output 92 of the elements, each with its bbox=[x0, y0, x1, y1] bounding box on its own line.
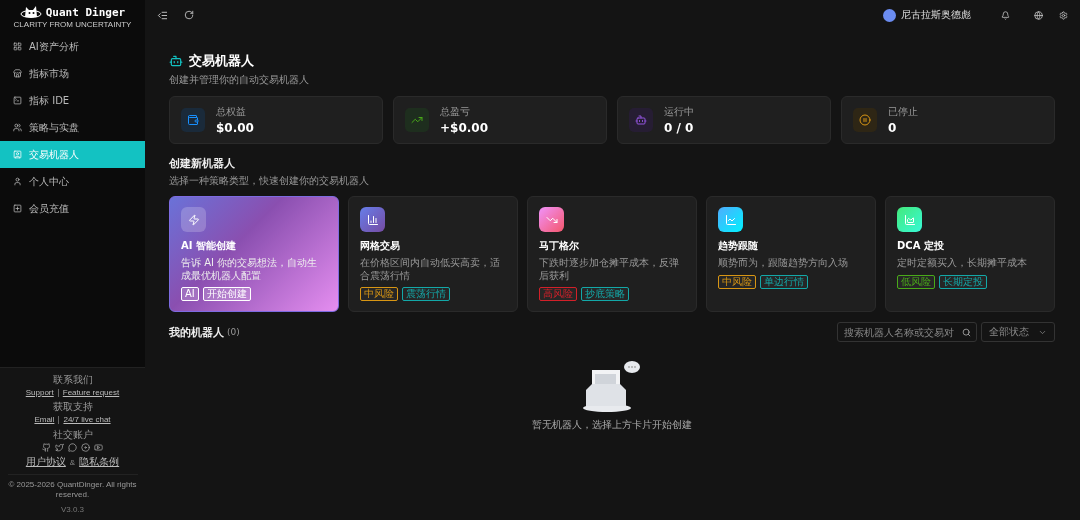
tag: 开始创建 bbox=[202, 287, 251, 301]
stat-label: 已停止 bbox=[888, 105, 918, 119]
tag: 抄底策略 bbox=[581, 287, 629, 301]
stat-value: 0 bbox=[888, 121, 898, 135]
empty-message: 暂无机器人，选择上方卡片开始创建 bbox=[532, 418, 692, 432]
footer-link[interactable]: 隐私条例 bbox=[79, 456, 120, 468]
card-description: 在价格区间内自动低买高卖，适合震荡行情 bbox=[360, 257, 501, 282]
card-description: 告诉 AI 你的交易想法，自动生成最优机器人配置 bbox=[181, 257, 319, 282]
sidebar-item[interactable]: AI资产分析 bbox=[0, 33, 145, 60]
strategy-card[interactable]: DCA 定投 定时定额买入，长期摊平成本 低风险 长期定投 bbox=[885, 196, 1055, 312]
strategy-card[interactable]: 趋势跟随 顺势而为，跟随趋势方向入场 中风险 单边行情 bbox=[706, 196, 876, 312]
lightning-icon bbox=[181, 207, 206, 232]
sidebar-item[interactable]: 指标 IDE bbox=[0, 87, 145, 114]
search-icon[interactable] bbox=[962, 328, 971, 337]
tag: 高风险 bbox=[539, 287, 577, 301]
video-icon[interactable] bbox=[94, 443, 103, 452]
card-title: 马丁格尔 bbox=[539, 239, 580, 253]
globe-icon[interactable] bbox=[1034, 10, 1043, 20]
footer-link[interactable]: Feature request bbox=[62, 387, 120, 398]
stat-label: 总盈亏 bbox=[440, 105, 471, 119]
page-title: 交易机器人 bbox=[189, 52, 254, 70]
card-description: 顺势而为，跟随趋势方向入场 bbox=[718, 257, 849, 270]
section-subtitle: 选择一种策略类型，快速创建你的交易机器人 bbox=[169, 174, 370, 188]
empty-inbox-drawing bbox=[581, 358, 643, 414]
footer-link[interactable]: 24/7 live chat bbox=[63, 415, 111, 425]
bell-icon[interactable] bbox=[1001, 10, 1010, 20]
user-icon bbox=[13, 177, 22, 186]
menu-collapse-icon[interactable] bbox=[157, 9, 168, 21]
card-description: 定时定额买入，长期摊平成本 bbox=[897, 257, 1028, 270]
section-title: 创建新机器人 bbox=[169, 156, 236, 171]
strategy-card[interactable]: 马丁格尔 下跌时逐步加仓摊平成本，反弹后获利 高风险 抄底策略 bbox=[527, 196, 697, 312]
stat-label: 总权益 bbox=[216, 105, 247, 119]
robot-icon bbox=[629, 108, 653, 132]
status-select[interactable]: 全部状态 bbox=[981, 322, 1055, 342]
tag: 中风险 bbox=[718, 274, 756, 289]
ampersand-text: & bbox=[69, 457, 76, 467]
logo-name: Quant Dinger bbox=[45, 6, 126, 18]
card-title: DCA 定投 bbox=[897, 239, 945, 253]
stat-value: $0.00 bbox=[216, 121, 254, 135]
stat-label: 运行中 bbox=[664, 105, 694, 119]
user-name[interactable]: 尼古拉斯奥德彪 bbox=[901, 8, 971, 22]
sidebar-item[interactable]: 会员充值 bbox=[0, 195, 145, 222]
refresh-icon[interactable] bbox=[184, 10, 194, 20]
logo-tagline: CLARITY FROM UNCERTAINTY bbox=[13, 21, 132, 29]
copyright-text: © 2025-2026 QuantDinger. All rights reserved. bbox=[7, 474, 138, 500]
card-title: 网格交易 bbox=[360, 239, 401, 253]
robot-icon bbox=[169, 54, 183, 68]
store-icon bbox=[13, 69, 22, 78]
footer-heading: 社交账户 bbox=[52, 429, 93, 441]
card-title: AI 智能创建 bbox=[181, 239, 237, 253]
sidebar-item[interactable]: 个人中心 bbox=[0, 168, 145, 195]
grid-icon bbox=[13, 42, 22, 51]
line-chart-icon bbox=[718, 207, 743, 232]
strategy-card[interactable]: 网格交易 在价格区间内自动低买高卖，适合震荡行情 中风险 震荡行情 bbox=[348, 196, 518, 312]
robot-count: (0) bbox=[227, 327, 240, 337]
settings-icon[interactable] bbox=[1059, 10, 1068, 20]
sidebar-item[interactable]: 策略与实盘 bbox=[0, 114, 145, 141]
trend-down-icon bbox=[539, 207, 564, 232]
footer-link[interactable]: 用户协议 bbox=[25, 456, 66, 468]
footer-link[interactable]: Email bbox=[34, 415, 55, 425]
footer-heading: 联系我们 bbox=[52, 373, 93, 386]
card-title: 趋势跟随 bbox=[718, 239, 759, 253]
robot-icon bbox=[13, 150, 22, 159]
stat-value: +$0.00 bbox=[440, 121, 488, 135]
people-icon bbox=[13, 123, 22, 132]
terminal-icon bbox=[13, 96, 22, 105]
area-chart-icon bbox=[897, 207, 922, 232]
disc-icon[interactable] bbox=[81, 443, 90, 452]
avatar[interactable] bbox=[883, 8, 896, 22]
tag: AI bbox=[181, 287, 199, 301]
tag: 长期定投 bbox=[939, 274, 987, 289]
version-text: V3.0.3 bbox=[60, 505, 85, 514]
strategy-card[interactable]: AI 智能创建 告诉 AI 你的交易想法，自动生成最优机器人配置 AI 开始创建 bbox=[169, 196, 339, 312]
tag: 单边行情 bbox=[760, 274, 808, 289]
tag: 中风险 bbox=[360, 287, 398, 301]
section-title: 我的机器人 bbox=[169, 324, 224, 340]
tag: 震荡行情 bbox=[402, 287, 450, 301]
pause-icon bbox=[853, 108, 877, 132]
github-icon[interactable] bbox=[42, 443, 51, 452]
bird-icon[interactable] bbox=[55, 443, 64, 452]
search-field[interactable]: 搜索机器人名称或交易对 bbox=[837, 322, 977, 342]
sidebar-item[interactable]: 指标市场 bbox=[0, 60, 145, 87]
trend-up-icon bbox=[405, 108, 429, 132]
bar-chart-icon bbox=[360, 207, 385, 232]
footer-heading: 获取支持 bbox=[52, 401, 93, 414]
stat-value: 0 / 0 bbox=[664, 121, 694, 135]
tag: 低风险 bbox=[897, 274, 935, 289]
wallet-icon bbox=[181, 108, 205, 132]
page-subtitle: 创建并管理你的自动交易机器人 bbox=[169, 73, 310, 87]
footer-link[interactable]: Support bbox=[25, 387, 54, 398]
chat-icon[interactable] bbox=[68, 443, 77, 452]
card-description: 下跌时逐步加仓摊平成本，反弹后获利 bbox=[539, 257, 680, 282]
